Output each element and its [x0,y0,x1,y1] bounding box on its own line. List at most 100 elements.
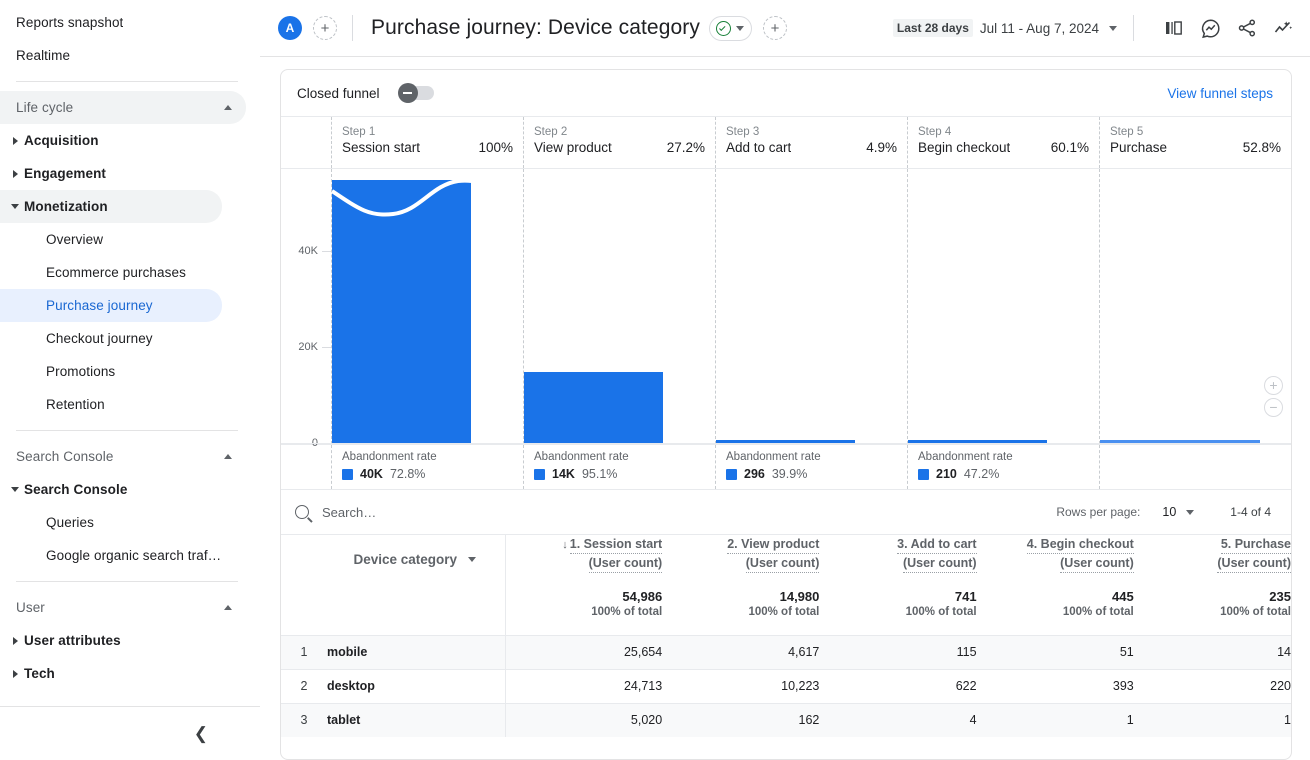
chevron-down-icon[interactable] [1109,26,1117,31]
share-icon[interactable] [1237,18,1257,38]
triangle-right-icon[interactable] [13,637,18,645]
sidebar-item-user-attributes[interactable]: User attributes [0,624,222,657]
funnel-step-1[interactable]: Step 1Session start100% [331,117,523,168]
dimension-header[interactable]: Device category [327,535,505,635]
closed-funnel-toggle[interactable] [400,86,434,100]
metric-header-4[interactable]: 4. Begin checkout(User count)445100% of … [977,535,1134,635]
funnel-step-2[interactable]: Step 2View product27.2% [523,117,715,168]
funnel-step-completion-rate: 4.9% [866,140,897,155]
date-range-selector[interactable]: Jul 11 - Aug 7, 2024 [980,21,1099,36]
row-metric-4: 51 [977,635,1134,669]
add-comparison-button[interactable]: + [313,16,337,40]
funnel-bar[interactable] [332,180,471,444]
sidebar-item-google-organic-search-traf[interactable]: Google organic search traf… [0,539,222,572]
abandonment-cell-4: Abandonment rate21047.2% [907,445,1099,489]
sidebar-item-label: Search Console [24,482,127,497]
funnel-step-completion-rate: 52.8% [1243,140,1281,155]
funnel-bar-column-3 [715,169,907,444]
analytics-advisor-icon[interactable] [1273,18,1294,39]
sidebar-item-realtime[interactable]: Realtime [0,39,246,72]
abandonment-rate: 95.1% [582,467,617,481]
row-metric-3: 622 [819,669,976,703]
view-funnel-steps-link[interactable]: View funnel steps [1167,86,1273,101]
sidebar-group-label: Search Console [16,449,113,464]
sidebar-group-life-cycle[interactable]: Life cycle [0,91,246,124]
triangle-right-icon[interactable] [13,170,18,178]
zoom-in-icon[interactable]: + [1264,376,1283,395]
chevron-up-icon[interactable] [224,105,232,110]
sidebar-group-search-console[interactable]: Search Console [0,440,246,473]
funnel-step-4[interactable]: Step 4Begin checkout60.1% [907,117,1099,168]
metric-header-5[interactable]: 5. Purchase(User count)235100% of total [1134,535,1291,635]
sidebar-item-label: Acquisition [24,133,99,148]
abandonment-values: 14K95.1% [534,467,705,481]
triangle-right-icon[interactable] [13,137,18,145]
metric-title: 1. Session start [570,536,662,554]
triangle-right-icon[interactable] [13,670,18,678]
chevron-up-icon[interactable] [224,605,232,610]
abandonment-values: 21047.2% [918,467,1089,481]
sidebar-item-search-console[interactable]: Search Console [0,473,222,506]
sidebar-item-engagement[interactable]: Engagement [0,157,222,190]
chevron-down-icon[interactable] [1186,510,1194,515]
metric-of-total: 100% of total [1134,606,1291,618]
funnel-step-index: Step 3 [726,125,897,139]
metric-subtitle: (User count) [589,555,663,573]
search-input[interactable] [322,505,582,520]
sidebar-item-purchase-journey[interactable]: Purchase journey [0,289,222,322]
sidebar-item-tech[interactable]: Tech [0,657,222,690]
arrow-down-icon[interactable]: ↓ [562,539,568,551]
add-filter-button[interactable]: + [763,16,787,40]
table-row[interactable]: 1mobile25,6544,6171155114 [281,635,1291,669]
funnel-step-3[interactable]: Step 3Add to cart4.9% [715,117,907,168]
closed-funnel-label: Closed funnel [297,86,380,101]
sidebar-collapse-zone: ❮ [0,706,260,760]
funnel-steps-header: Step 1Session start100%Step 2View produc… [281,117,1291,169]
funnel-bar[interactable] [524,372,663,444]
sidebar-item-acquisition[interactable]: Acquisition [0,124,222,157]
metric-header-3[interactable]: 3. Add to cart(User count)741100% of tot… [819,535,976,635]
sidebar-item-overview[interactable]: Overview [0,223,222,256]
abandonment-cell-1: Abandonment rate40K72.8% [331,445,523,489]
funnel-step-row: Add to cart4.9% [726,140,897,155]
sidebar-item-label: Queries [46,515,94,530]
sidebar-item-monetization[interactable]: Monetization [0,190,222,223]
compare-icon[interactable] [1164,18,1184,38]
metric-header-2[interactable]: 2. View product(User count)14,980100% of… [662,535,819,635]
table-row[interactable]: 3tablet5,020162411 [281,703,1291,737]
rows-per-page-value[interactable]: 10 [1162,505,1176,519]
avatar[interactable]: A [278,16,302,40]
sidebar-item-retention[interactable]: Retention [0,388,222,421]
status-badge[interactable] [709,16,752,41]
sidebar-item-label: Monetization [24,199,108,214]
metric-sub-line: (User count) [662,554,819,573]
chevron-down-icon[interactable] [468,557,476,562]
triangle-down-icon[interactable] [11,487,19,492]
sidebar-item-label: User attributes [24,633,121,648]
abandonment-rate: 72.8% [390,467,425,481]
sidebar-item-promotions[interactable]: Promotions [0,355,222,388]
table-row[interactable]: 2desktop24,71310,223622393220 [281,669,1291,703]
sidebar-item-checkout-journey[interactable]: Checkout journey [0,322,222,355]
funnel-step-name: Begin checkout [918,140,1010,155]
sidebar-item-reports-snapshot[interactable]: Reports snapshot [0,6,246,39]
zoom-out-icon[interactable]: − [1264,398,1283,417]
sidebar-group-user[interactable]: User [0,591,246,624]
sidebar-item-queries[interactable]: Queries [0,506,222,539]
chevron-up-icon[interactable] [224,454,232,459]
funnel-step-row: Begin checkout60.1% [918,140,1089,155]
metric-header-1[interactable]: ↓1. Session start(User count)54,986100% … [505,535,662,635]
abandonment-values: 40K72.8% [342,467,513,481]
row-metric-1: 25,654 [505,635,662,669]
metric-of-total: 100% of total [506,606,663,618]
sidebar-item-ecommerce-purchases[interactable]: Ecommerce purchases [0,256,222,289]
abandonment-rate-row: Abandonment rate40K72.8% Abandonment rate… [281,444,1291,490]
chevron-left-icon[interactable]: ❮ [194,725,208,742]
y-axis: 020K40K [281,169,331,444]
metric-sub-line: (User count) [1134,554,1291,573]
expander [6,637,24,645]
funnel-step-5[interactable]: Step 5Purchase52.8% [1099,117,1291,168]
insights-icon[interactable] [1200,18,1221,39]
triangle-down-icon[interactable] [11,204,19,209]
divider [16,581,238,582]
